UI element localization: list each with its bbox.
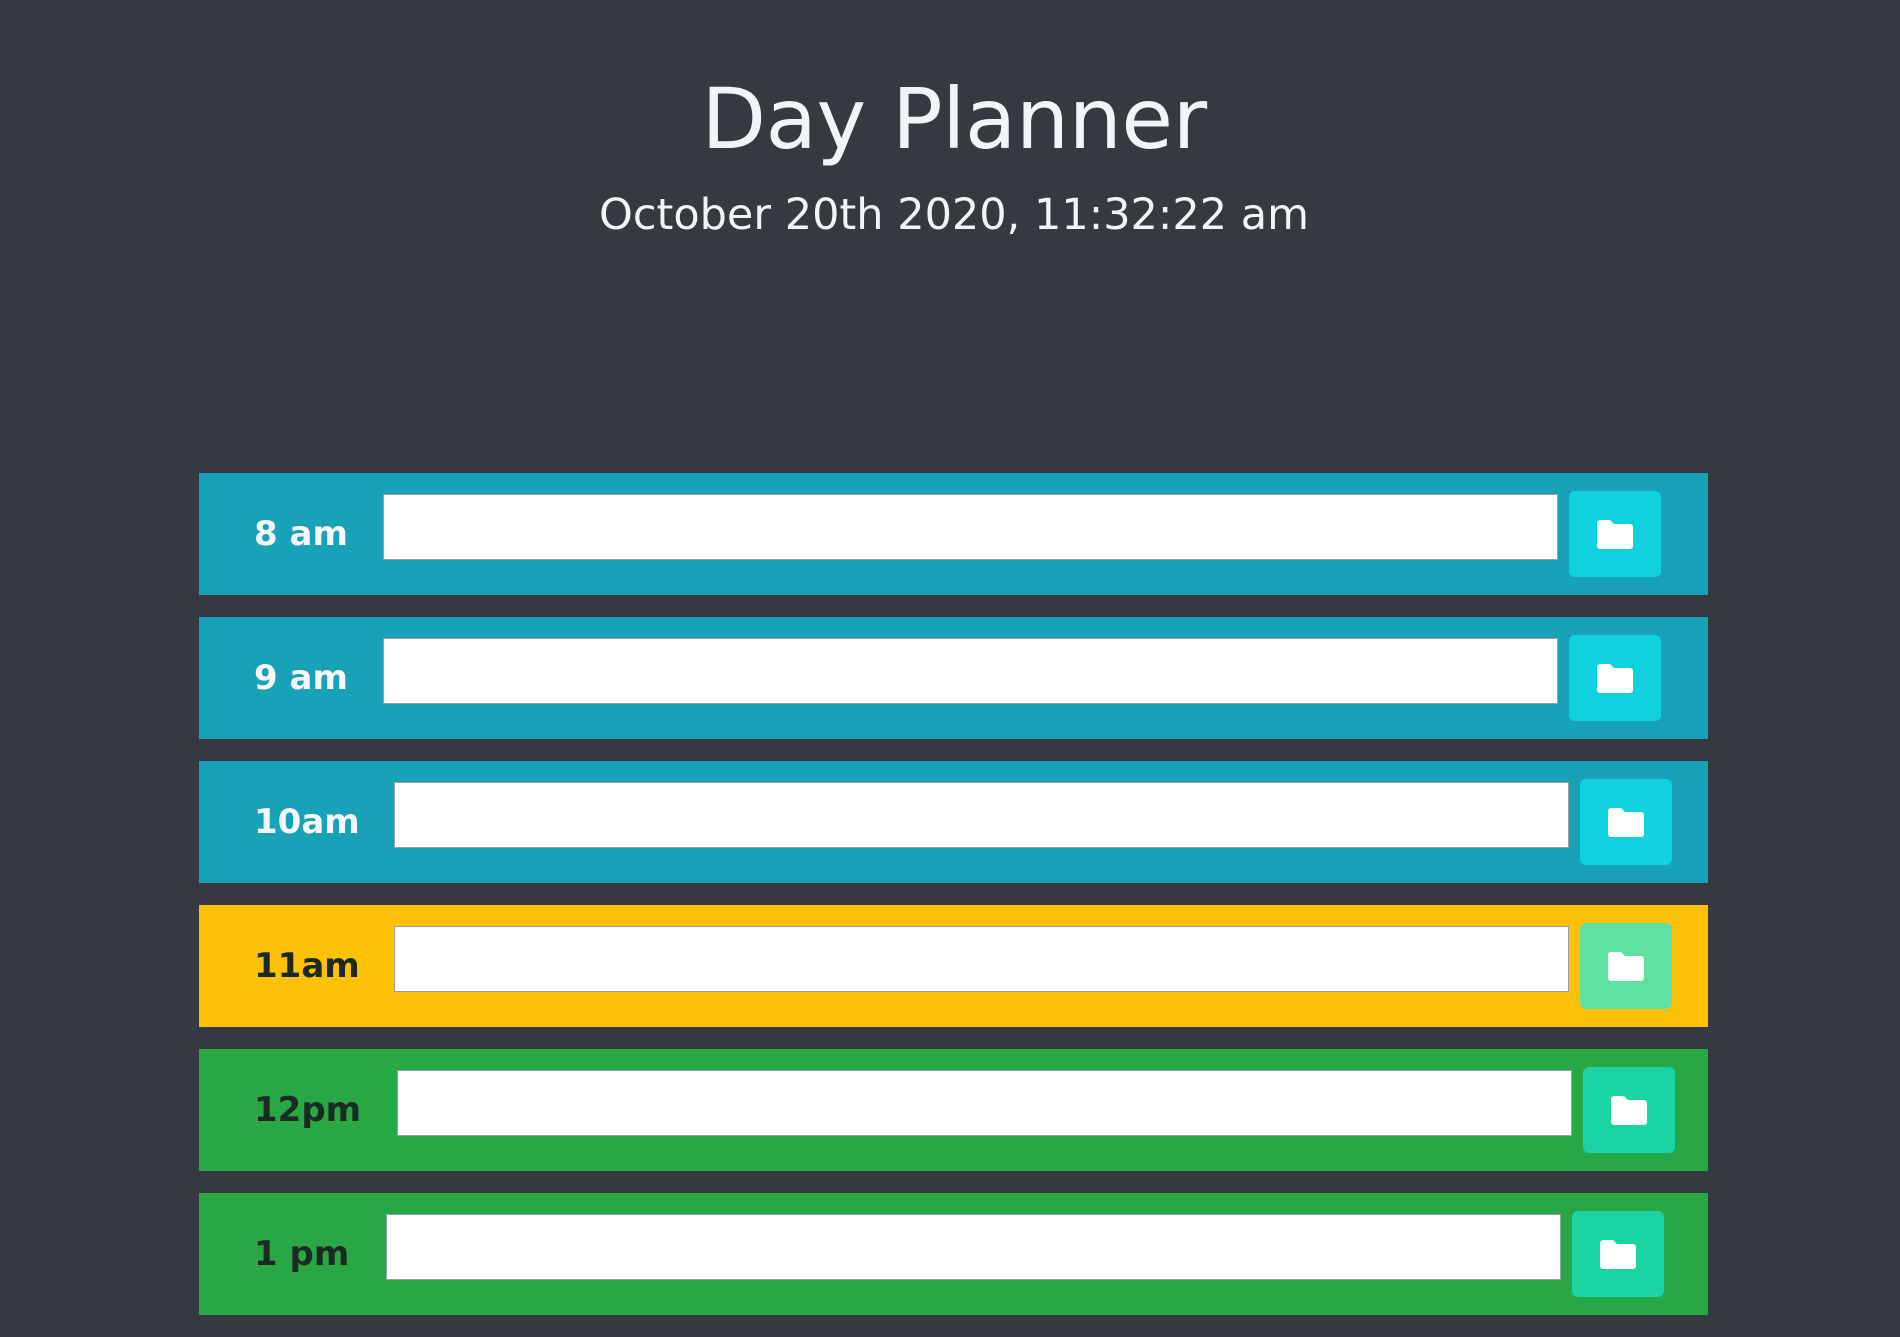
hour-label: 9 am [254, 658, 348, 698]
save-button-12pm[interactable] [1583, 1067, 1675, 1153]
hour-label: 10am [254, 802, 360, 842]
hour-label: 11am [254, 946, 360, 986]
time-block-12pm: 12pm [199, 1049, 1708, 1171]
task-input-1pm[interactable] [386, 1214, 1561, 1280]
save-button-8am[interactable] [1569, 491, 1661, 577]
time-block-8am: 8 am [199, 473, 1708, 595]
save-button-11am[interactable] [1580, 923, 1672, 1009]
folder-icon [1597, 519, 1633, 549]
save-button-10am[interactable] [1580, 779, 1672, 865]
save-button-1pm[interactable] [1572, 1211, 1664, 1297]
folder-icon [1608, 807, 1644, 837]
hour-label: 12pm [254, 1090, 362, 1130]
task-input-11am[interactable] [394, 926, 1569, 992]
hour-label: 8 am [254, 514, 348, 554]
page-title: Day Planner [701, 70, 1207, 168]
time-block-list: 8 am 9 am 10am 11am 12pm 1 pm [199, 473, 1708, 1337]
time-block-1pm: 1 pm [199, 1193, 1708, 1315]
task-input-9am[interactable] [383, 638, 1558, 704]
time-block-11am: 11am [199, 905, 1708, 1027]
folder-icon [1611, 1095, 1647, 1125]
task-input-8am[interactable] [383, 494, 1558, 560]
folder-icon [1608, 951, 1644, 981]
folder-icon [1597, 663, 1633, 693]
folder-icon [1600, 1239, 1636, 1269]
task-input-10am[interactable] [394, 782, 1569, 848]
save-button-9am[interactable] [1569, 635, 1661, 721]
time-block-10am: 10am [199, 761, 1708, 883]
hour-label: 1 pm [254, 1234, 350, 1274]
current-datetime: October 20th 2020, 11:32:22 am [598, 190, 1310, 240]
task-input-12pm[interactable] [397, 1070, 1572, 1136]
time-block-9am: 9 am [199, 617, 1708, 739]
